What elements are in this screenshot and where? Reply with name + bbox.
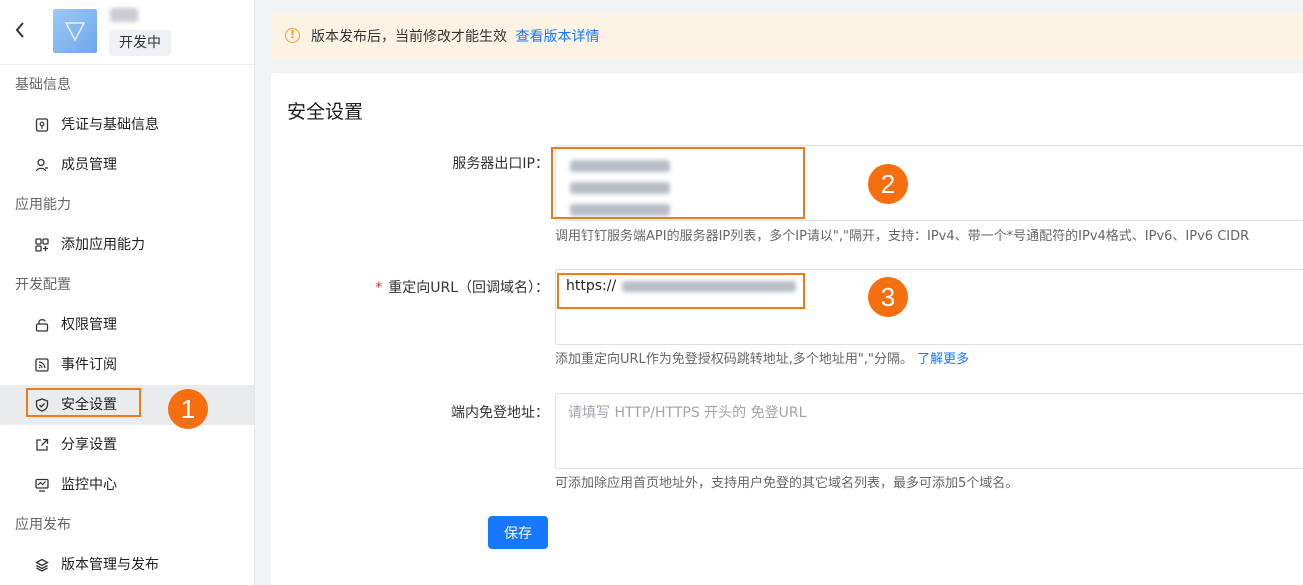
add-capability-icon [35,238,49,252]
sidebar-item-label: 分享设置 [61,437,117,453]
sidebar-item-add-capability[interactable]: 添加应用能力 [0,225,254,265]
monitor-icon [35,478,49,492]
sso-url-label: 端内免登地址： [451,405,549,421]
save-button[interactable]: 保存 [488,516,548,549]
status-badge: 开发中 [109,30,171,56]
back-button[interactable] [14,20,30,44]
sidebar-item-label: 添加应用能力 [61,237,145,253]
sidebar-item-credentials[interactable]: 凭证与基础信息 [0,105,254,145]
sidebar-item-members[interactable]: 成员管理 [0,145,254,185]
security-settings-card: 安全设置 服务器出口IP： 2 调用钉钉服务端API的服务器IP列表，多个IP请… [271,73,1303,585]
section-title-basic: 基础信息 [15,77,71,93]
highlight-box [551,147,805,219]
highlight-box [557,273,805,309]
learn-more-link[interactable]: 了解更多 [917,352,969,367]
lock-icon [35,319,49,332]
section-title-publish: 应用发布 [15,517,71,533]
callout-badge-1: 1 [168,389,208,429]
share-icon [36,438,49,451]
sidebar-item-label: 事件订阅 [61,357,117,373]
page-title: 安全设置 [287,101,364,123]
credential-icon [35,118,49,132]
redirect-url-help-text: 添加重定向URL作为免登授权码跳转地址,多个地址用","分隔。 [555,352,914,367]
app-header: 开发中 [0,0,254,65]
redirect-url-help: 添加重定向URL作为免登授权码跳转地址,多个地址用","分隔。 了解更多 [555,348,969,367]
layers-icon [35,558,49,572]
shield-icon [35,398,49,412]
notice-text: 版本发布后，当前修改才能生效 查看版本详情 [311,26,599,46]
rss-icon [35,358,49,372]
sidebar-item-permissions[interactable]: 权限管理 [0,305,254,345]
notice-banner: ! 版本发布后，当前修改才能生效 查看版本详情 [271,13,1303,59]
sidebar-item-label: 成员管理 [61,157,117,173]
section-title-capability: 应用能力 [15,197,71,213]
redirect-url-label: * 重定向URL（回调域名）： [375,277,549,297]
sidebar-item-events[interactable]: 事件订阅 [0,345,254,385]
sso-url-help: 可添加除应用首页地址外，支持用户免登的其它域名列表，最多可添加5个域名。 [555,476,1019,491]
sidebar-item-security[interactable]: 安全设置 [0,385,254,425]
app-name-redacted [110,8,138,22]
redirect-url-label-text: 重定向URL（回调域名）： [388,280,549,296]
callout-badge-3: 3 [868,277,908,317]
chevron-left-icon [15,22,24,38]
sidebar-item-versions[interactable]: 版本管理与发布 [0,545,254,585]
sidebar-item-label: 权限管理 [61,317,117,333]
sidebar-item-monitor[interactable]: 监控中心 [0,465,254,505]
server-ip-label: 服务器出口IP： [452,156,549,172]
warning-icon: ! [285,28,300,43]
app-logo-icon [64,22,86,42]
sso-url-textarea[interactable]: 请填写 HTTP/HTTPS 开头的 免登URL [555,393,1303,469]
callout-badge-2: 2 [868,164,908,204]
version-details-link[interactable]: 查看版本详情 [515,29,599,45]
app-logo [53,9,97,53]
sso-url-placeholder: 请填写 HTTP/HTTPS 开头的 免登URL [568,405,807,421]
sidebar-item-label: 版本管理与发布 [61,557,159,573]
required-mark: * [375,280,383,296]
section-title-dev-config: 开发配置 [15,277,71,293]
notice-message: 版本发布后，当前修改才能生效 [311,29,507,45]
sidebar-item-label: 监控中心 [61,477,117,493]
sidebar-item-label: 凭证与基础信息 [61,117,159,133]
member-icon [35,158,48,172]
server-ip-help: 调用钉钉服务端API的服务器IP列表，多个IP请以","隔开，支持：IPv4、带… [555,229,1250,244]
sidebar: 开发中 基础信息 凭证与基础信息 成员管理 应用能力 添加应用能力 开发配置 权… [0,0,255,585]
sidebar-item-share[interactable]: 分享设置 [0,425,254,465]
